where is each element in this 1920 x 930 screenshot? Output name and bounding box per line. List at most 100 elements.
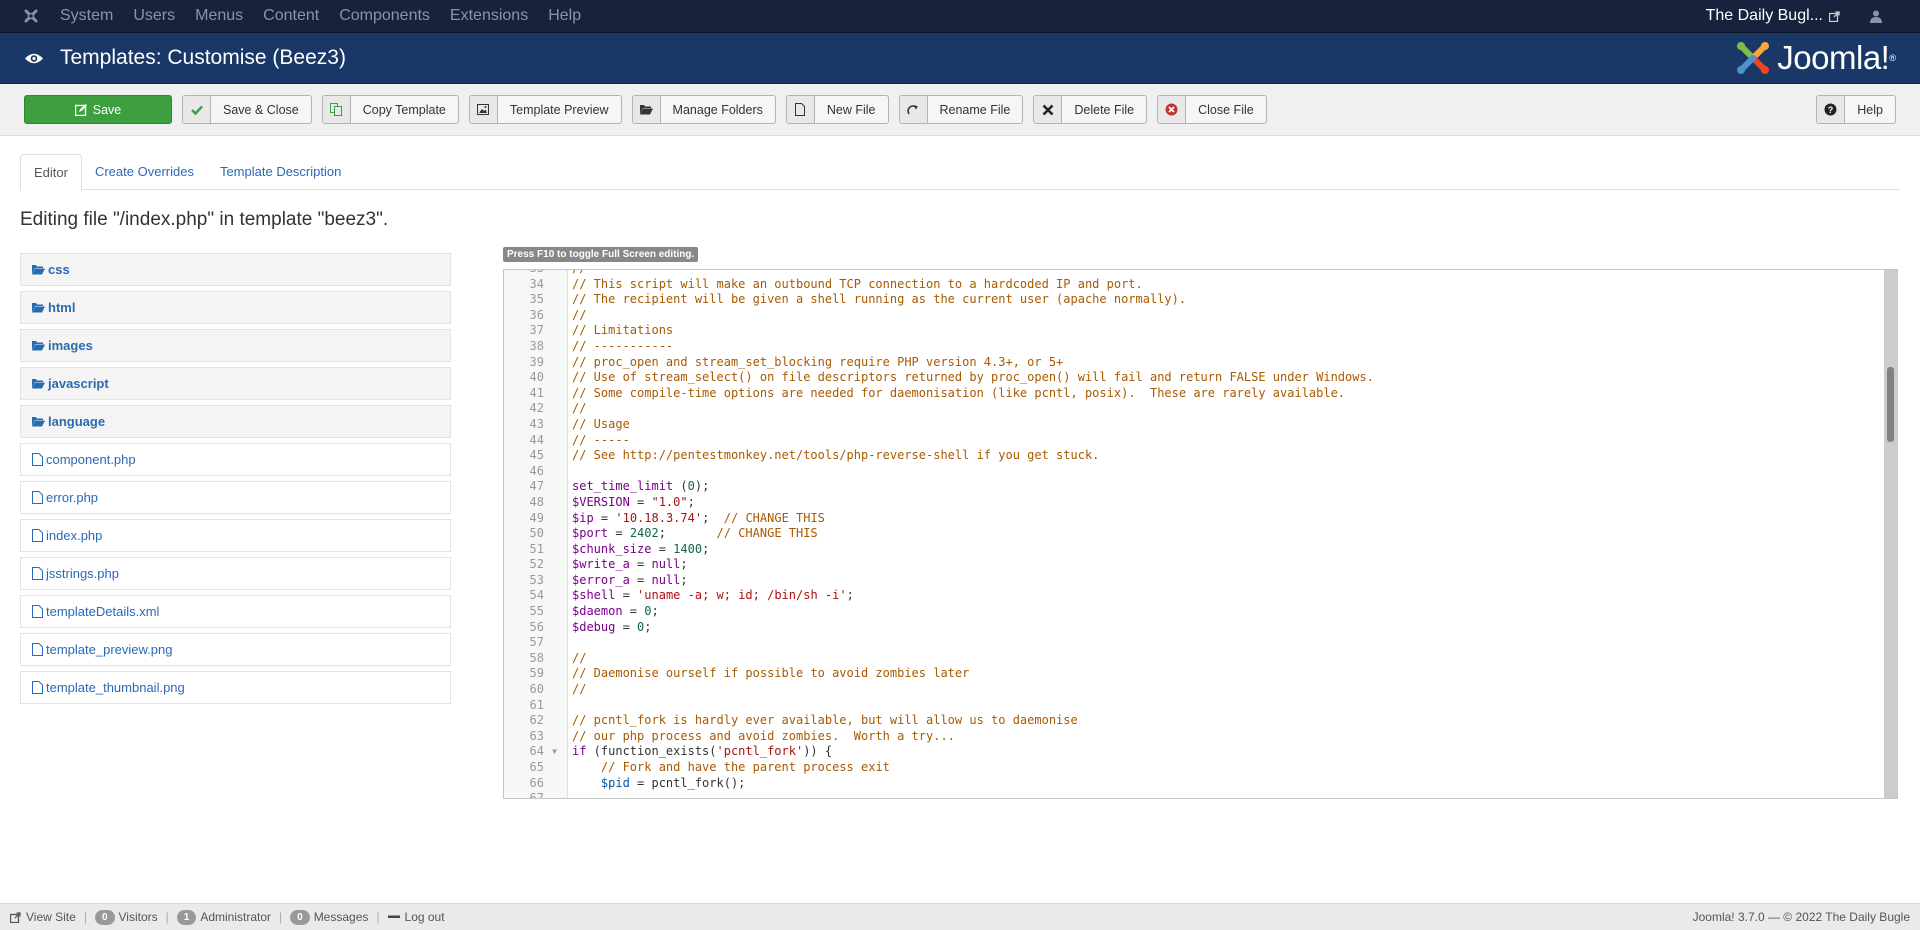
admin-badge: 1 bbox=[176, 909, 197, 925]
editor-scrollbar[interactable] bbox=[1884, 270, 1897, 798]
scrollbar-thumb[interactable] bbox=[1887, 367, 1894, 442]
file-icon bbox=[32, 643, 43, 656]
code-line: $VERSION = "1.0"; bbox=[572, 495, 1897, 511]
close-file-button[interactable]: Close File bbox=[1157, 95, 1267, 124]
user-menu[interactable] bbox=[1870, 10, 1896, 23]
registered-mark: ® bbox=[1889, 53, 1896, 63]
code-token: // See http://pentestmonkey.net/tools/ph… bbox=[572, 448, 1100, 463]
help-button[interactable]: ? Help bbox=[1816, 95, 1896, 124]
line-number: 55 bbox=[529, 604, 544, 619]
file-item[interactable]: jsstrings.php bbox=[20, 557, 451, 590]
file-item[interactable]: template_thumbnail.png bbox=[20, 671, 451, 704]
line-number: 47 bbox=[529, 479, 544, 494]
joomla-logo-icon bbox=[1737, 42, 1770, 74]
folder-item[interactable]: javascript bbox=[20, 367, 451, 400]
code-line: // See http://pentestmonkey.net/tools/ph… bbox=[572, 448, 1897, 464]
admin-label: Administrator bbox=[200, 910, 271, 924]
eye-icon bbox=[24, 52, 46, 65]
topnav-item-menus[interactable]: Menus bbox=[195, 7, 243, 25]
code-token: ; bbox=[658, 526, 717, 541]
copy-template-button[interactable]: Copy Template bbox=[321, 95, 459, 124]
view-site-link[interactable]: View Site bbox=[10, 910, 76, 924]
file-item[interactable]: error.php bbox=[20, 481, 451, 514]
manage-folders-button[interactable]: Manage Folders bbox=[631, 95, 776, 124]
messages-link[interactable]: 0 Messages bbox=[290, 909, 369, 925]
code-token: // This script will make an outbound TCP… bbox=[572, 276, 1143, 291]
joomla-logo-icon[interactable] bbox=[22, 7, 40, 25]
topnav-item-content[interactable]: Content bbox=[263, 7, 319, 25]
folder-name: images bbox=[48, 338, 93, 353]
code-area[interactable]: // -----------// This script will make a… bbox=[568, 270, 1897, 798]
visitors-badge: 0 bbox=[94, 909, 115, 925]
page-header: Templates: Customise (Beez3) Joomla! ® bbox=[0, 33, 1920, 84]
code-token: = bbox=[629, 557, 652, 572]
code-line: // our php process and avoid zombies. Wo… bbox=[572, 729, 1897, 745]
code-token: 1400 bbox=[673, 541, 703, 556]
file-icon bbox=[32, 605, 43, 618]
code-token: // bbox=[572, 307, 587, 322]
line-number: 39 bbox=[529, 354, 544, 369]
folder-item[interactable]: images bbox=[20, 329, 451, 362]
code-line: $chunk_size = 1400; bbox=[572, 542, 1897, 558]
code-token: = bbox=[615, 619, 638, 634]
code-line: // Limitations bbox=[572, 323, 1897, 339]
save-button[interactable]: Save bbox=[24, 95, 172, 124]
file-name: templateDetails.xml bbox=[46, 604, 160, 619]
new-file-button[interactable]: New File bbox=[785, 95, 889, 124]
code-line: // bbox=[572, 651, 1897, 667]
line-number: 35 bbox=[529, 292, 544, 307]
template-preview-button[interactable]: Template Preview bbox=[468, 95, 622, 124]
visitors-indicator: 0 Visitors bbox=[94, 909, 158, 925]
rename-file-button[interactable]: Rename File bbox=[898, 95, 1024, 124]
folder-item[interactable]: css bbox=[20, 253, 451, 286]
code-token: $write_a bbox=[572, 557, 630, 572]
file-item[interactable]: index.php bbox=[20, 519, 451, 552]
file-icon bbox=[32, 567, 43, 580]
topnav-item-users[interactable]: Users bbox=[133, 7, 175, 25]
code-token: // CHANGE THIS bbox=[716, 526, 818, 541]
site-link[interactable]: The Daily Bugl... bbox=[1706, 7, 1840, 25]
toolbar: Save Save & Close Copy Template Template… bbox=[0, 84, 1920, 136]
topnav-item-system[interactable]: System bbox=[60, 7, 113, 25]
code-line: // Fork and have the parent process exit bbox=[572, 760, 1897, 776]
code-token: $pid bbox=[600, 775, 630, 790]
logout-link[interactable]: Log out bbox=[387, 910, 445, 924]
code-token: // ----- bbox=[572, 432, 630, 447]
code-token: $VERSION bbox=[572, 494, 630, 509]
code-token: // Daemonise ourself if possible to avoi… bbox=[572, 666, 970, 681]
file-item[interactable]: template_preview.png bbox=[20, 633, 451, 666]
tab-create-overrides[interactable]: Create Overrides bbox=[82, 154, 207, 189]
messages-label: Messages bbox=[313, 910, 369, 924]
code-token: // our php process and avoid zombies. Wo… bbox=[572, 728, 955, 743]
line-number: 43 bbox=[529, 416, 544, 431]
question-circle-icon: ? bbox=[1824, 103, 1837, 116]
code-line: // bbox=[572, 308, 1897, 324]
code-line: ​ bbox=[572, 791, 1897, 798]
fold-arrow-icon[interactable]: ▼ bbox=[552, 744, 557, 760]
refresh-icon bbox=[907, 104, 918, 114]
tab-template-description[interactable]: Template Description bbox=[207, 154, 354, 189]
code-token: // bbox=[572, 401, 587, 416]
topnav-item-help[interactable]: Help bbox=[548, 7, 581, 25]
code-token: ; bbox=[680, 572, 688, 587]
code-token: ; bbox=[680, 557, 688, 572]
separator: | bbox=[165, 910, 169, 924]
topnav-item-extensions[interactable]: Extensions bbox=[450, 7, 528, 25]
file-name: template_thumbnail.png bbox=[46, 680, 185, 695]
folder-item[interactable]: language bbox=[20, 405, 451, 438]
save-close-button[interactable]: Save & Close bbox=[182, 95, 312, 124]
file-item[interactable]: component.php bbox=[20, 443, 451, 476]
code-token: if bbox=[572, 744, 587, 759]
line-number: 40 bbox=[529, 370, 544, 385]
code-editor[interactable]: 3334353637383940414243444546474849505152… bbox=[503, 269, 1898, 799]
file-item[interactable]: templateDetails.xml bbox=[20, 595, 451, 628]
code-token: = bbox=[651, 541, 674, 556]
file-icon bbox=[795, 103, 806, 116]
line-number: 48 bbox=[529, 494, 544, 509]
folder-item[interactable]: html bbox=[20, 291, 451, 324]
delete-file-button[interactable]: Delete File bbox=[1033, 95, 1148, 124]
tab-editor[interactable]: Editor bbox=[20, 154, 82, 191]
code-line: // Usage bbox=[572, 417, 1897, 433]
topnav-item-components[interactable]: Components bbox=[339, 7, 430, 25]
code-token: // CHANGE THIS bbox=[723, 510, 825, 525]
